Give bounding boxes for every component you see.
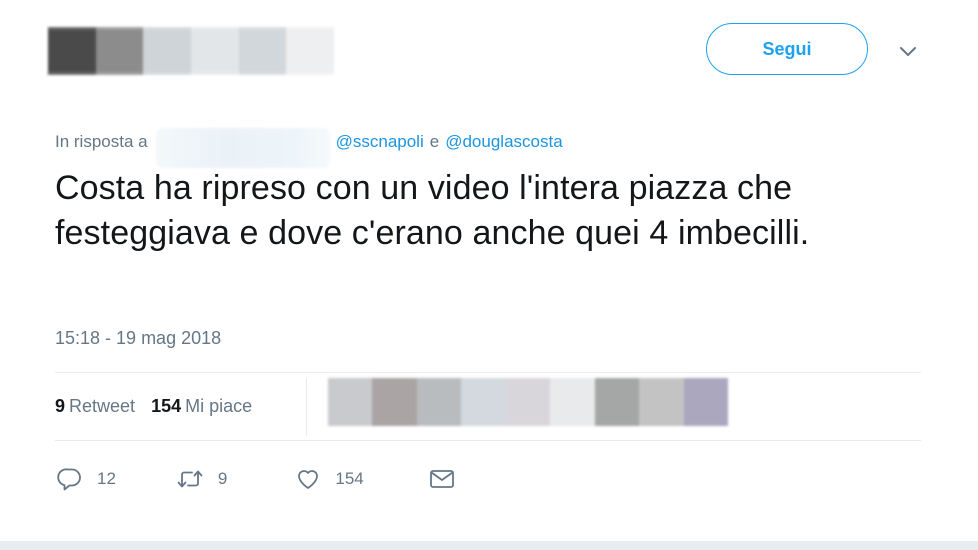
likes-stat[interactable]: 154 Mi piace [151,396,252,417]
likes-stat-count: 154 [151,396,182,416]
reply-blurred-mention [155,128,330,168]
likes-stat-label: Mi piace [185,396,253,416]
reply-separator: e [429,132,440,151]
retweet-count: 9 [217,469,228,488]
tweet-stats: 9 Retweet 154 Mi piace [55,396,252,417]
stats-vertical-divider [306,378,307,436]
likers-avatars-blurred[interactable] [328,370,728,438]
author-blur-block-0 [48,27,96,75]
envelope-icon [428,466,456,492]
retweets-stat[interactable]: 9 Retweet [55,396,135,417]
author-blur-block-4 [238,27,287,75]
author-blur-block-3 [191,27,239,75]
mention-link-douglascosta[interactable]: @douglascosta [445,132,562,152]
liker-avatar-blur-8 [683,378,728,426]
likers-avatar-strip [328,378,728,426]
reply-count: 12 [97,469,116,488]
liker-avatar-blur-0 [328,378,373,426]
reply-action[interactable]: 12 [57,466,116,492]
liker-avatar-blur-5 [550,378,595,426]
tweet-text: Costa ha ripreso con un video l'intera p… [55,169,810,252]
direct-message-action[interactable] [428,466,456,492]
liker-avatar-blur-2 [416,378,462,426]
bottom-divider-strip [0,541,978,550]
follow-button-label: Segui [762,38,812,59]
author-blur-block-2 [143,27,192,75]
tweet-timestamp[interactable]: 15:18 - 19 mag 2018 [55,328,221,349]
liker-avatar-blur-3 [461,378,506,426]
stats-bottom-divider [55,440,921,441]
retweet-icon [176,466,204,492]
author-blur-strip [48,27,335,75]
author-blur-block-1 [95,27,144,75]
like-count: 154 [335,469,364,488]
more-options-chevron-down-icon[interactable] [897,40,919,62]
like-action[interactable]: 154 [295,466,364,492]
liker-avatar-blur-1 [372,378,417,426]
follow-button[interactable]: Segui [706,23,868,75]
reply-prefix: In risposta a [55,132,148,151]
retweets-stat-count: 9 [55,396,66,416]
heart-icon [295,466,321,492]
author-header-blurred [48,8,335,94]
reply-icon [57,466,83,492]
retweets-stat-label: Retweet [69,396,136,416]
liker-avatar-blur-4 [505,378,551,426]
liker-avatar-blur-6 [594,378,640,426]
reply-context: In risposta a @sscnapoli e @douglascosta [55,122,563,168]
mention-link-sscnapoli[interactable]: @sscnapoli [336,132,424,152]
retweet-action[interactable]: 9 [176,466,227,492]
author-blur-block-5 [286,27,335,75]
tweet-actions: 12 9 154 [57,466,456,492]
liker-avatar-blur-7 [639,378,684,426]
